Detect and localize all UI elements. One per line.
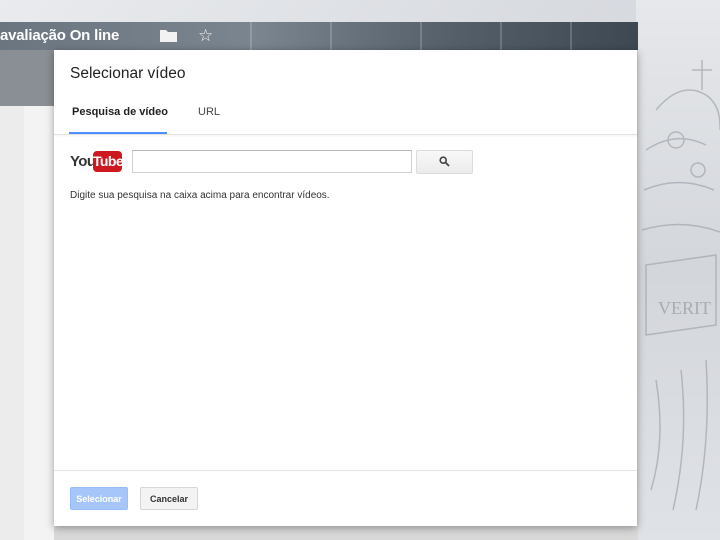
tab-video-search[interactable]: Pesquisa de vídeo [72, 106, 168, 118]
folder-icon[interactable] [160, 29, 177, 47]
search-icon [439, 156, 450, 167]
crest-watermark-icon: VERIT [641, 60, 720, 511]
select-video-dialog: Selecionar vídeo Pesquisa de vídeo URL Y… [54, 50, 637, 526]
tab-url[interactable]: URL [198, 106, 220, 118]
bar-streak [420, 22, 422, 50]
search-hint: Digite sua pesquisa na caixa acima para … [70, 190, 330, 201]
left-panel-strip [24, 106, 54, 540]
search-button[interactable] [416, 150, 473, 174]
background-crest: VERIT [636, 0, 720, 540]
document-title[interactable]: avaliação On line [0, 22, 119, 50]
bar-streak [500, 22, 502, 50]
watermark-text: VERIT [658, 298, 711, 318]
youtube-logo-tube: Tube [93, 151, 124, 172]
left-panel-header [0, 50, 54, 106]
footer-divider [54, 470, 637, 471]
tabs-divider [54, 134, 637, 135]
select-button[interactable]: Selecionar [70, 487, 128, 510]
document-title-bar: avaliação On line ☆ [0, 22, 638, 50]
star-icon[interactable]: ☆ [198, 26, 213, 46]
cancel-button[interactable]: Cancelar [140, 487, 198, 510]
youtube-logo-you: You [70, 153, 96, 170]
bar-streak [250, 22, 252, 50]
bar-streak [330, 22, 332, 50]
video-search-input[interactable] [132, 150, 412, 173]
dialog-title: Selecionar vídeo [70, 65, 186, 82]
bar-streak [570, 22, 572, 50]
